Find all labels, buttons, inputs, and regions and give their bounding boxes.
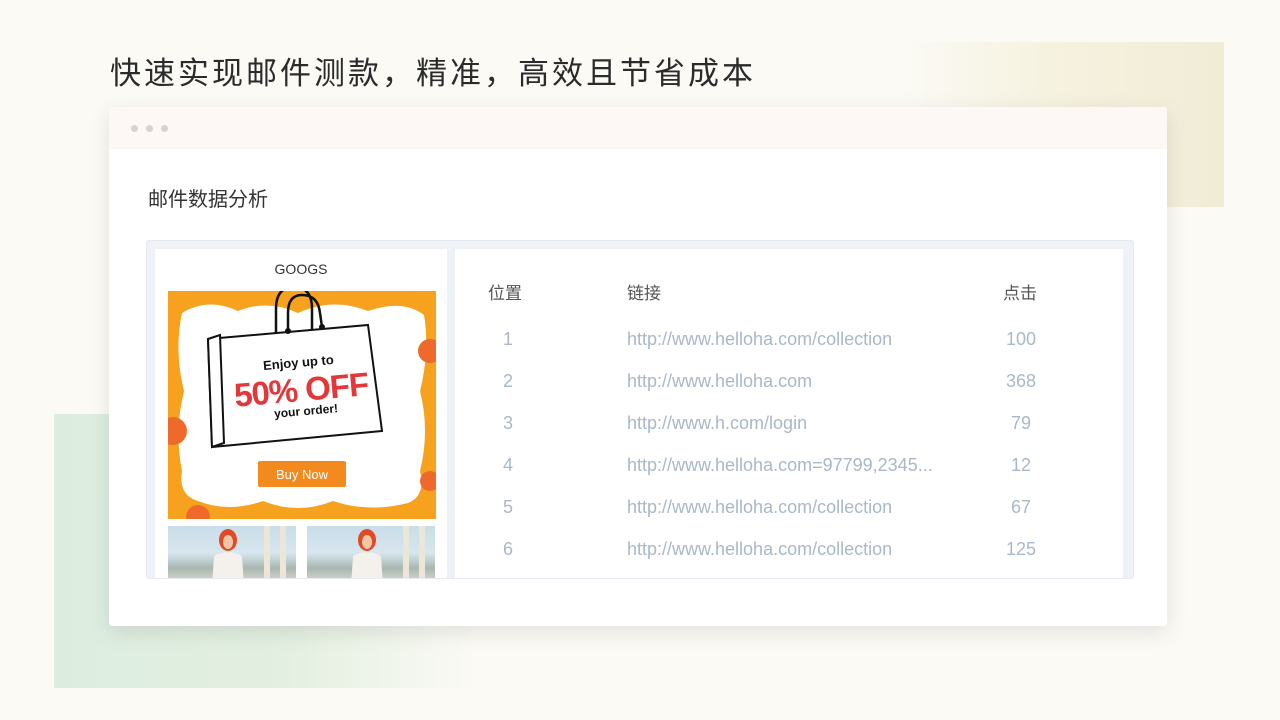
analysis-board: GOOGS Enjoy up to 50% OFF your order! Bu… — [146, 240, 1134, 579]
row-clicks: 12 — [1010, 455, 1032, 475]
window-dot-icon — [131, 125, 138, 132]
row-position: 2 — [503, 371, 514, 391]
row-link[interactable]: http://www.helloha.com/collection — [627, 539, 892, 560]
row-link[interactable]: http://www.helloha.com — [627, 371, 812, 392]
row-link[interactable]: http://www.helloha.com/collection — [627, 329, 892, 350]
window-titlebar — [109, 107, 1167, 149]
email-preview-card[interactable]: GOOGS Enjoy up to 50% OFF your order! Bu… — [155, 249, 447, 578]
row-link[interactable]: http://www.h.com/login — [627, 413, 807, 434]
buy-now-button[interactable]: Buy Now — [258, 461, 346, 487]
window-dot-icon — [161, 125, 168, 132]
row-link[interactable]: http://www.helloha.com/collection — [627, 497, 892, 518]
row-clicks: 67 — [1010, 497, 1032, 517]
column-header-link: 链接 — [627, 284, 661, 304]
window-dot-icon — [146, 125, 153, 132]
row-clicks: 100 — [1005, 329, 1037, 349]
row-position: 1 — [503, 329, 514, 349]
row-link[interactable]: http://www.helloha.com=97799,2345... — [627, 455, 933, 476]
column-header-clicks: 点击 — [1003, 284, 1037, 304]
row-position: 6 — [503, 539, 514, 559]
row-clicks: 125 — [1005, 539, 1037, 559]
product-thumbnail[interactable] — [307, 526, 435, 578]
row-position: 3 — [503, 413, 514, 433]
promo-banner-image[interactable]: Enjoy up to 50% OFF your order! Buy Now — [168, 291, 436, 519]
model-figure-icon — [212, 529, 244, 578]
row-clicks: 79 — [1010, 413, 1032, 433]
page-headline: 快速实现邮件测款，精准，高效且节省成本 — [110, 56, 756, 92]
product-thumbnail[interactable] — [168, 526, 296, 578]
panel-title: 邮件数据分析 — [148, 187, 268, 211]
row-position: 5 — [503, 497, 514, 517]
column-header-position: 位置 — [488, 284, 522, 304]
row-clicks: 368 — [1005, 371, 1037, 391]
link-click-table: 位置 链接 点击 1 http://www.helloha.com/collec… — [455, 249, 1123, 578]
email-brand-name: GOOGS — [274, 261, 328, 277]
app-window: 邮件数据分析 GOOGS Enjoy up to 50% OFF your or… — [109, 107, 1167, 626]
row-position: 4 — [503, 455, 514, 475]
model-figure-icon — [351, 529, 383, 578]
